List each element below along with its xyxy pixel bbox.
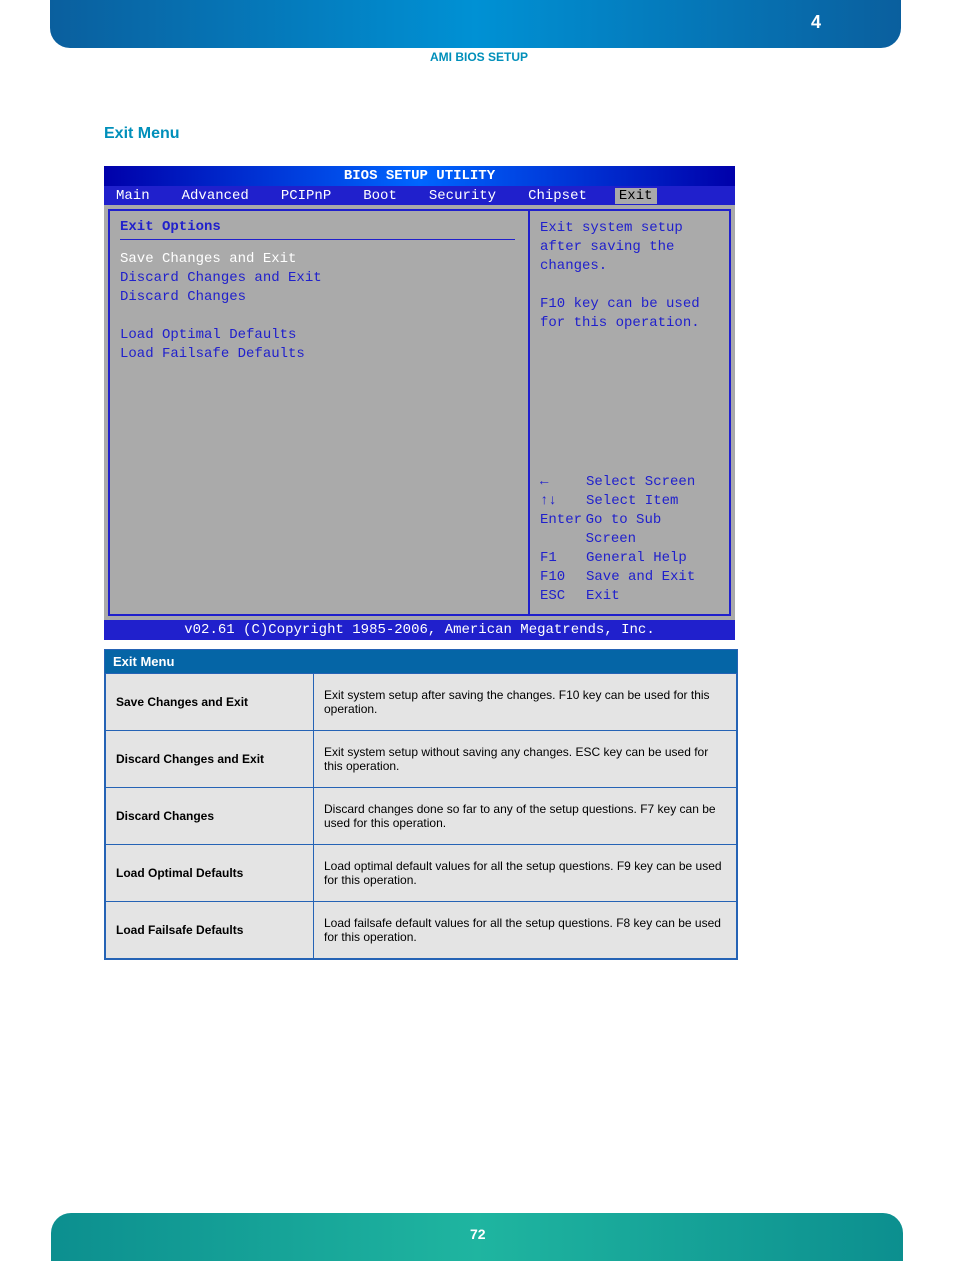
key: ↑↓ — [540, 492, 586, 511]
table-row: Save Changes and Exit Exit system setup … — [106, 674, 737, 731]
key-desc: Exit — [586, 587, 620, 606]
options-table: Exit Menu Save Changes and Exit Exit sys… — [104, 649, 738, 960]
key: F1 — [540, 549, 586, 568]
bios-menu-chipset[interactable]: Chipset — [524, 188, 591, 204]
page-number: 72 — [470, 1226, 486, 1242]
bios-title: BIOS SETUP UTILITY — [104, 166, 735, 186]
bios-left-heading: Exit Options — [120, 219, 518, 235]
bios-left-panel: Exit Options Save Changes and Exit Disca… — [108, 209, 530, 616]
bios-menu-security[interactable]: Security — [425, 188, 500, 204]
bios-menu-boot[interactable]: Boot — [359, 188, 401, 204]
bios-option-discard[interactable]: Discard Changes — [120, 288, 518, 307]
option-name: Save Changes and Exit — [106, 674, 314, 731]
key-desc: Select Screen — [586, 473, 695, 492]
option-desc: Load failsafe default values for all the… — [314, 902, 737, 959]
key-row: ↑↓Select Item — [540, 492, 719, 511]
option-desc: Exit system setup without saving any cha… — [314, 731, 737, 788]
key: Enter — [540, 511, 586, 549]
option-name: Load Failsafe Defaults — [106, 902, 314, 959]
bios-menu-exit[interactable]: Exit — [615, 188, 657, 204]
table-row: Discard Changes Discard changes done so … — [106, 788, 737, 845]
chapter-number: 4 — [811, 12, 821, 33]
key-desc: Save and Exit — [586, 568, 695, 587]
option-name: Discard Changes and Exit — [106, 731, 314, 788]
divider — [120, 239, 515, 240]
bios-help-text: Exit system setup after saving the chang… — [540, 219, 719, 333]
option-name: Discard Changes — [106, 788, 314, 845]
option-desc: Discard changes done so far to any of th… — [314, 788, 737, 845]
table-row: Load Optimal Defaults Load optimal defau… — [106, 845, 737, 902]
bios-option-failsafe[interactable]: Load Failsafe Defaults — [120, 345, 518, 364]
help-line1: Exit system setup after saving the chang… — [540, 219, 719, 276]
chapter-label: AMI BIOS SETUP — [430, 50, 528, 64]
key-row: ←Select Screen — [540, 473, 719, 492]
bios-key-legend: ←Select Screen ↑↓Select Item EnterGo to … — [540, 473, 719, 606]
table-row: Discard Changes and Exit Exit system set… — [106, 731, 737, 788]
table-row: Load Failsafe Defaults Load failsafe def… — [106, 902, 737, 959]
key-desc: Go to Sub Screen — [586, 511, 719, 549]
key-desc: General Help — [586, 549, 687, 568]
bios-option-optimal[interactable]: Load Optimal Defaults — [120, 326, 518, 345]
bios-menu-bar: Main Advanced PCIPnP Boot Security Chips… — [104, 186, 735, 205]
bios-footer: v02.61 (C)Copyright 1985-2006, American … — [104, 620, 735, 640]
key: ESC — [540, 587, 586, 606]
bios-right-panel: Exit system setup after saving the chang… — [530, 209, 731, 616]
option-desc: Load optimal default values for all the … — [314, 845, 737, 902]
key: ← — [540, 473, 586, 492]
section-title: Exit Menu — [104, 125, 180, 143]
bios-screenshot: BIOS SETUP UTILITY Main Advanced PCIPnP … — [104, 166, 735, 640]
bios-menu-pcipnp[interactable]: PCIPnP — [277, 188, 335, 204]
option-desc: Exit system setup after saving the chang… — [314, 674, 737, 731]
option-name: Load Optimal Defaults — [106, 845, 314, 902]
spacer — [540, 276, 719, 295]
bios-menu-advanced[interactable]: Advanced — [178, 188, 253, 204]
options-table-body: Save Changes and Exit Exit system setup … — [105, 673, 737, 959]
bios-option-save-exit[interactable]: Save Changes and Exit — [120, 250, 518, 269]
help-line2: F10 key can be used for this operation. — [540, 295, 719, 333]
key: F10 — [540, 568, 586, 587]
bios-body: Exit Options Save Changes and Exit Disca… — [104, 205, 735, 620]
key-row: F1General Help — [540, 549, 719, 568]
top-banner: 4 — [50, 0, 901, 48]
bios-option-discard-exit[interactable]: Discard Changes and Exit — [120, 269, 518, 288]
options-table-header: Exit Menu — [105, 650, 737, 673]
key-row: ESCExit — [540, 587, 719, 606]
key-desc: Select Item — [586, 492, 678, 511]
bios-menu-main[interactable]: Main — [112, 188, 154, 204]
key-row: EnterGo to Sub Screen — [540, 511, 719, 549]
spacer — [120, 307, 518, 326]
key-row: F10Save and Exit — [540, 568, 719, 587]
